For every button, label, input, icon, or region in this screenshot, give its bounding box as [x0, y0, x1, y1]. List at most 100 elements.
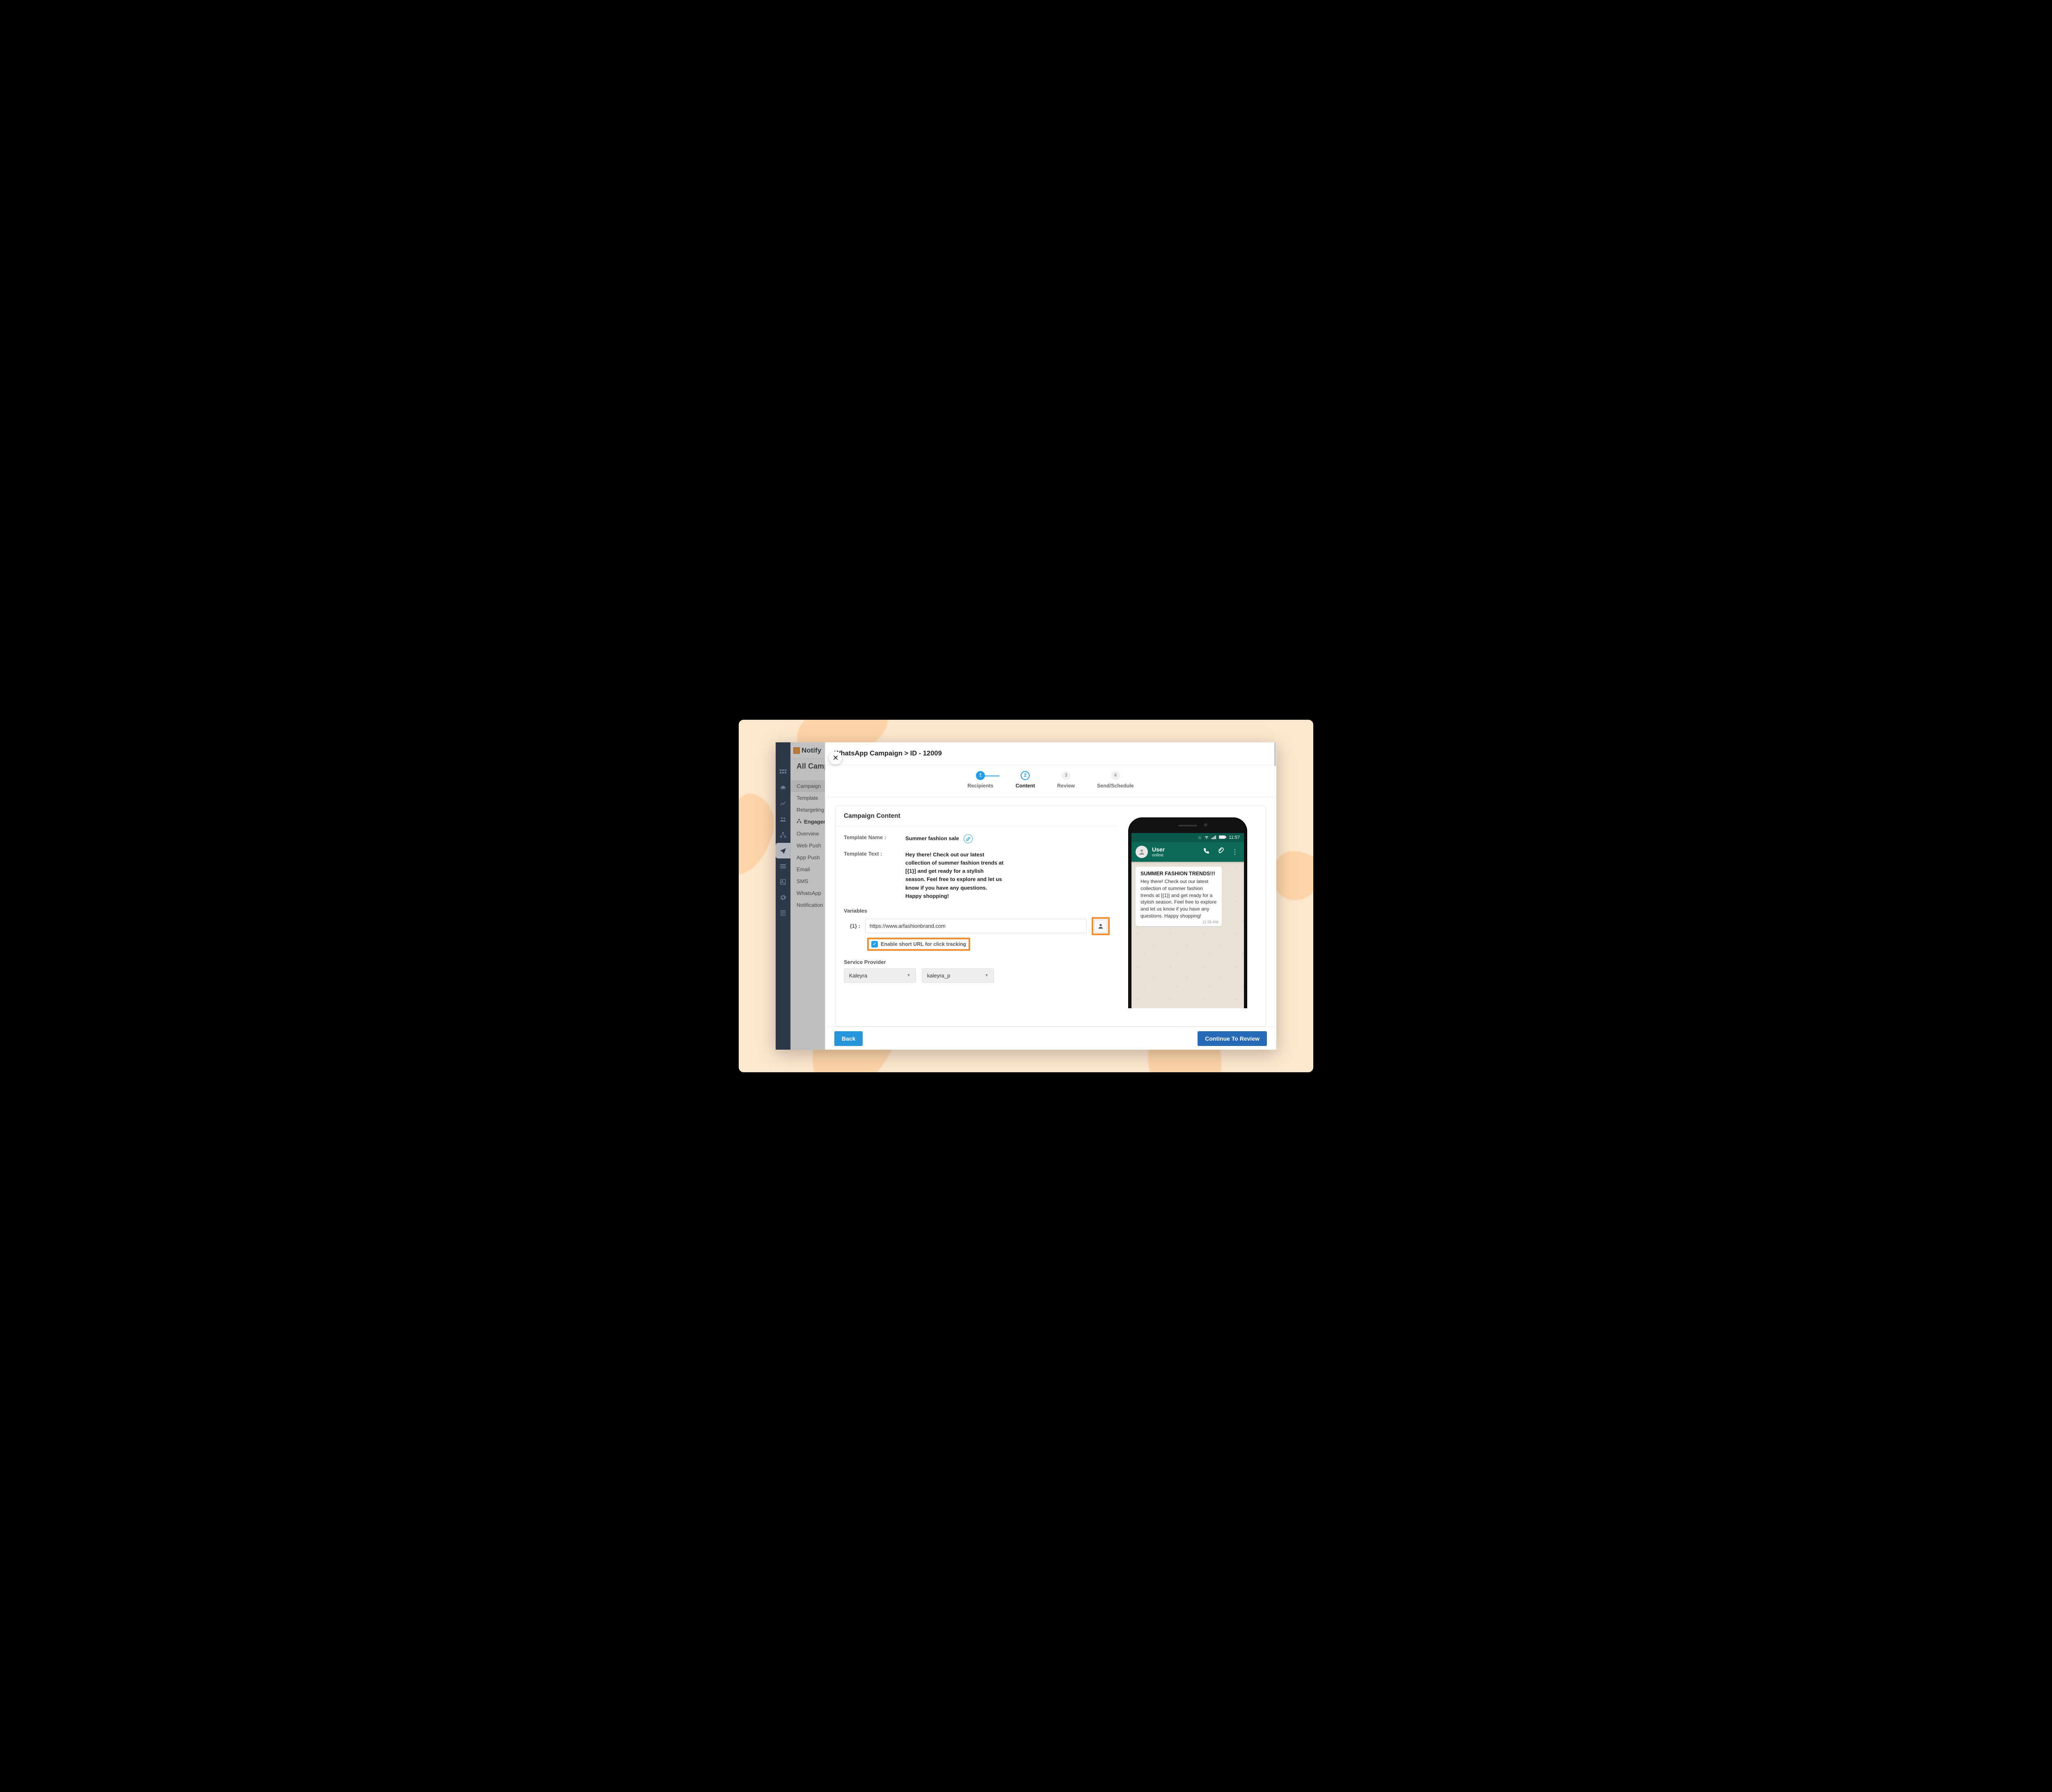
bg-nav-item-label: Email: [797, 866, 810, 872]
sidebar-icon-settings[interactable]: [776, 890, 790, 905]
bg-nav-title: All Camp: [797, 762, 826, 771]
bg-nav-item[interactable]: App Push: [791, 851, 826, 863]
step-content[interactable]: 2 Content: [1016, 771, 1035, 789]
icon-sidebar: [776, 742, 790, 1050]
provider-select-2-value: kaleyra_p: [927, 973, 950, 979]
sitemap-icon: [797, 819, 802, 825]
card-title: Campaign Content: [836, 806, 1118, 827]
short-url-highlight: ✓ Enable short URL for click tracking: [867, 938, 970, 951]
chevron-down-icon: ▼: [907, 973, 911, 978]
bg-nav-item[interactable]: Campaign: [791, 780, 826, 792]
step-recipients[interactable]: 1 Recipients: [967, 771, 993, 789]
bg-nav-item[interactable]: Web Push: [791, 840, 826, 851]
bg-nav-item-label: Engagem: [804, 819, 826, 825]
user-icon: [1138, 849, 1145, 855]
message-title: SUMMER FASHION TRENDS!!!: [1141, 871, 1217, 877]
sidebar-icon-analytics[interactable]: [776, 796, 790, 812]
provider-select-2[interactable]: kaleyra_p ▼: [922, 968, 994, 983]
template-text-label: Template Text :: [844, 851, 905, 900]
decor-blob: [1272, 851, 1313, 900]
variable-key: {1} :: [844, 923, 860, 929]
bg-nav-item-label: Overview: [797, 831, 819, 837]
step-send-schedule[interactable]: 4 Send/Schedule: [1097, 771, 1134, 789]
bg-nav-item[interactable]: Overview: [791, 828, 826, 840]
bg-nav-item-label: Campaign: [797, 783, 821, 789]
avatar: [1136, 846, 1148, 858]
service-provider-label: Service Provider: [844, 959, 1110, 965]
step-review[interactable]: 3Review: [1057, 771, 1075, 789]
bg-nav-item[interactable]: Template: [791, 792, 826, 804]
sidebar-icon-dashboard[interactable]: [776, 780, 790, 796]
bg-nav-item[interactable]: WhatsApp: [791, 887, 826, 899]
brand-logo-text: Notify: [790, 742, 826, 759]
bg-nav-item-label: WhatsApp: [797, 890, 821, 896]
insert-user-highlight: [1092, 917, 1110, 935]
phone-frame: ☆ 11:: [1128, 817, 1247, 1008]
edit-template-button[interactable]: [964, 834, 973, 843]
close-button[interactable]: ✕: [829, 751, 842, 764]
sidebar-icon-grid[interactable]: [776, 765, 790, 780]
step-number: 1: [976, 771, 985, 780]
bg-nav-item[interactable]: Email: [791, 863, 826, 875]
brand-icon: [793, 747, 800, 754]
pencil-icon: [966, 837, 971, 841]
user-icon: [1098, 923, 1104, 929]
provider-select-1[interactable]: Kaleyra ▼: [844, 968, 916, 983]
signal-icon: [1212, 835, 1216, 840]
chat-user-name: User: [1152, 846, 1197, 853]
sidebar-icon-list[interactable]: [776, 858, 790, 874]
stepper: 1 Recipients 2 Content 3Review 4 Send/Schedule: [825, 765, 1276, 797]
sidebar-icon-structure[interactable]: [776, 827, 790, 843]
variable-input[interactable]: [865, 919, 1087, 933]
bg-nav-item-label: Web Push: [797, 842, 821, 849]
phone-preview: ☆ 11:: [1118, 817, 1257, 1026]
scrollbar[interactable]: [1274, 742, 1276, 766]
step-label: Content: [1016, 783, 1035, 789]
step-label: Send/Schedule: [1097, 783, 1134, 789]
step-label: Recipients: [967, 783, 993, 789]
sidebar-icon-users[interactable]: [776, 812, 790, 827]
short-url-label: Enable short URL for click tracking: [881, 941, 966, 947]
more-icon: ⋮: [1230, 848, 1240, 856]
bg-nav-item[interactable]: Engagem: [791, 816, 826, 828]
step-number: 3: [1061, 771, 1070, 780]
bg-nav-item[interactable]: SMS: [791, 875, 826, 887]
step-number: 2: [1021, 771, 1030, 780]
decor-blob: [739, 789, 781, 881]
bg-nav-item-label: Notification: [797, 902, 823, 908]
provider-select-1-value: Kaleyra: [849, 973, 867, 979]
wifi-icon: [1204, 835, 1209, 840]
attachment-icon: [1216, 847, 1226, 856]
panel-title: WhatsApp Campaign > ID - 12009: [834, 750, 942, 758]
star-icon: ☆: [1198, 835, 1202, 840]
back-button[interactable]: Back: [834, 1031, 863, 1046]
template-name-value: Summer fashion sale: [905, 835, 959, 841]
chevron-down-icon: ▼: [985, 973, 989, 978]
battery-icon: [1219, 835, 1226, 840]
sidebar-icon-doc[interactable]: [776, 905, 790, 921]
close-icon: ✕: [832, 754, 838, 762]
content-card: Campaign Content Template Name : Summer …: [835, 806, 1266, 1027]
bg-nav-item[interactable]: Retargeting: [791, 804, 826, 816]
continue-button[interactable]: Continue To Review: [1198, 1031, 1267, 1046]
chat-user-status: online: [1152, 853, 1197, 858]
step-number: 4: [1111, 771, 1120, 780]
bg-nav-item-label: App Push: [797, 854, 820, 861]
message-time: 11:55 AM: [1202, 920, 1218, 925]
whatsapp-header: User online ⋮: [1131, 842, 1244, 862]
bg-nav-item-label: Retargeting: [797, 807, 824, 813]
chat-area: SUMMER FASHION TRENDS!!! Hey there! Chec…: [1131, 862, 1244, 1008]
message-body: Hey there! Check out our latest collecti…: [1141, 878, 1217, 920]
variables-label: Variables: [844, 908, 1110, 914]
message-bubble: SUMMER FASHION TRENDS!!! Hey there! Chec…: [1136, 867, 1222, 926]
app-window: Notify All Camp Campaign Template Retarget…: [776, 742, 1276, 1050]
sidebar-icon-send[interactable]: [776, 843, 790, 858]
insert-user-property-button[interactable]: [1094, 920, 1107, 933]
bg-nav-item[interactable]: Notification: [791, 899, 826, 911]
phone-status-bar: ☆ 11:: [1131, 833, 1244, 842]
template-text-value: Hey there! Check out our latest collecti…: [905, 851, 1004, 900]
short-url-checkbox[interactable]: ✓: [871, 941, 878, 947]
sidebar-icon-image[interactable]: [776, 874, 790, 890]
background-nav: Notify All Camp Campaign Template Retarget…: [790, 742, 826, 1050]
phone-clock: 11:57: [1229, 835, 1240, 840]
